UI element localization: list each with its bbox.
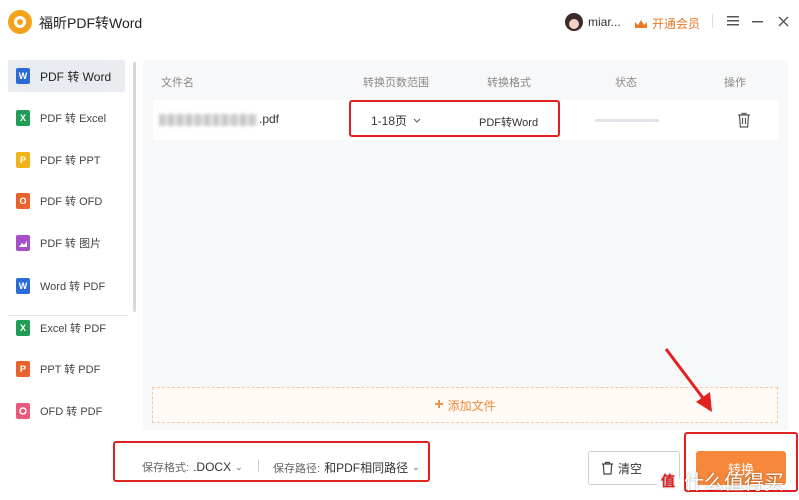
sidebar-item-ofd-to-pdf[interactable]: OFD 转 PDF — [8, 395, 125, 427]
word-icon: W — [16, 68, 30, 84]
app-title: 福昕PDF转Word — [39, 15, 143, 31]
sidebar-item-label: Excel 转 PDF — [40, 323, 107, 335]
avatar[interactable] — [565, 13, 583, 31]
sidebar-item-pdf-to-ppt[interactable]: P PDF 转 PPT — [8, 144, 125, 176]
divider-line — [704, 12, 720, 30]
close-icon[interactable] — [775, 12, 791, 30]
vip-button[interactable]: 开通会员 — [634, 15, 700, 32]
trash-icon — [602, 461, 613, 475]
sidebar-item-label: OFD 转 PDF — [40, 406, 103, 418]
file-name: .pdf — [159, 112, 279, 126]
footer-separator — [258, 460, 259, 472]
add-file-button[interactable]: + 添加文件 — [152, 387, 778, 423]
table-row[interactable]: .pdf 1-18页 PDF转Word — [153, 100, 778, 140]
column-header-status: 状态 — [615, 77, 637, 89]
excel-to-pdf-icon: X — [16, 320, 30, 336]
crown-icon — [635, 19, 647, 28]
column-header-name: 文件名 — [161, 77, 194, 89]
sidebar-item-label: PDF 转 Word — [40, 69, 112, 84]
sidebar-item-label: PDF 转 PPT — [40, 155, 101, 167]
ppt-to-pdf-icon: P — [16, 361, 30, 377]
column-header-range: 转换页数范围 — [363, 77, 429, 89]
highlight-box-row — [349, 100, 560, 137]
chevron-down-icon: ⌄ — [412, 462, 420, 472]
save-path-label: 保存路径: — [273, 462, 321, 475]
save-format-value: .DOCX — [193, 460, 232, 474]
excel-icon: X — [16, 110, 30, 126]
watermark-logo-icon: 值 — [656, 468, 680, 493]
table-header: 文件名 转换页数范围 转换格式 状态 操作 — [143, 60, 788, 100]
sidebar-item-pdf-to-excel[interactable]: X PDF 转 Excel — [8, 102, 125, 134]
sidebar-item-excel-to-pdf[interactable]: X Excel 转 PDF — [8, 312, 125, 344]
sidebar-item-label: PDF 转 图片 — [40, 238, 102, 250]
column-header-format: 转换格式 — [487, 77, 531, 89]
vip-label: 开通会员 — [652, 17, 701, 31]
sidebar-item-ppt-to-pdf[interactable]: P PPT 转 PDF — [8, 353, 125, 385]
clear-label: 清空 — [618, 461, 643, 476]
minimize-icon[interactable] — [749, 12, 765, 30]
column-header-action: 操作 — [724, 77, 746, 89]
username[interactable]: miar... — [588, 15, 621, 29]
sidebar-item-pdf-to-word[interactable]: W PDF 转 Word — [8, 60, 125, 92]
save-path-value: 和PDF相同路径 — [324, 461, 409, 475]
plus-icon: + — [434, 396, 444, 413]
app-logo — [8, 10, 32, 34]
save-format-label: 保存格式: — [142, 462, 190, 474]
file-list-panel: 文件名 转换页数范围 转换格式 状态 操作 .pdf 1-18页 PDF转Wor… — [143, 60, 788, 430]
sidebar-scrollbar[interactable] — [133, 62, 136, 312]
sidebar-item-word-to-pdf[interactable]: W Word 转 PDF — [8, 270, 125, 302]
ofd-to-pdf-icon — [16, 403, 30, 419]
sidebar-item-pdf-to-image[interactable]: PDF 转 图片 — [8, 227, 125, 259]
sidebar-item-label: PDF 转 Excel — [40, 113, 107, 125]
chevron-down-icon: ⌄ — [235, 461, 243, 472]
sidebar-item-label: PDF 转 OFD — [40, 196, 103, 208]
trash-icon[interactable] — [737, 112, 751, 128]
sidebar-item-label: Word 转 PDF — [40, 281, 106, 293]
menu-icon[interactable] — [725, 12, 741, 30]
add-file-label: 添加文件 — [447, 398, 496, 413]
title-bar: 福昕PDF转Word miar... 开通会员 — [0, 0, 799, 44]
save-format-select[interactable]: 保存格式: .DOCX ⌄ — [142, 459, 243, 475]
ofd-icon: O — [16, 193, 30, 209]
sidebar-item-pdf-to-ofd[interactable]: O PDF 转 OFD — [8, 185, 125, 217]
save-path-select[interactable]: 保存路径: 和PDF相同路径 ⌄ — [273, 459, 420, 476]
progress-bar — [595, 119, 659, 122]
word-to-pdf-icon: W — [16, 278, 30, 294]
sidebar: W PDF 转 Word X PDF 转 Excel P PDF 转 PPT O… — [0, 50, 140, 450]
image-icon — [16, 235, 30, 251]
sidebar-item-label: PPT 转 PDF — [40, 364, 101, 376]
watermark-text: 什么值得买 — [684, 472, 784, 494]
ppt-icon: P — [16, 152, 30, 168]
watermark: 值 什么值得买 — [656, 466, 784, 495]
blurred-filename — [159, 113, 257, 126]
